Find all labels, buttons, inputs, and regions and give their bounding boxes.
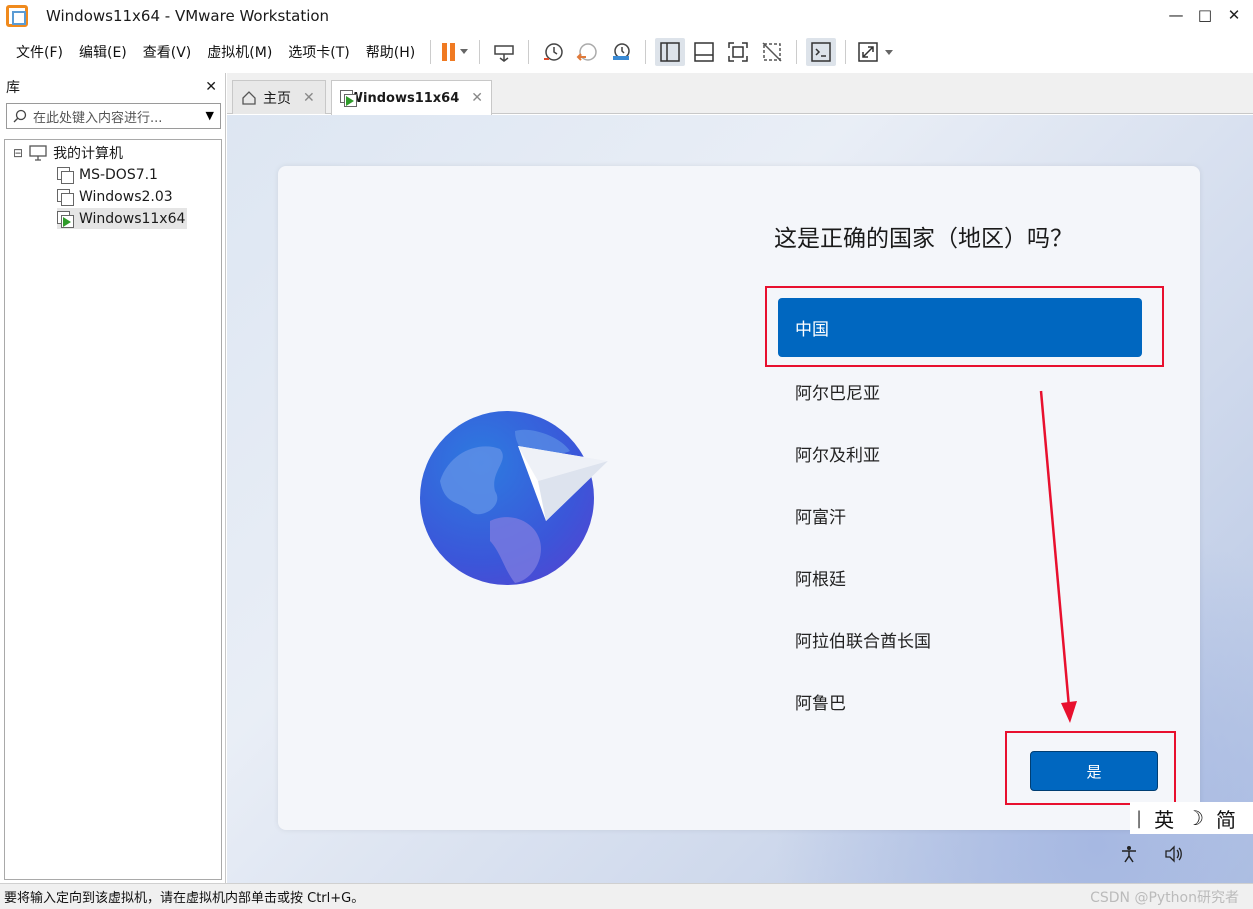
tree-item-windows203[interactable]: Windows2.03 [57,186,173,207]
toolbar-separator [796,40,798,64]
computer-icon [29,144,47,161]
toolbar-separator [430,40,432,64]
annotation-box-yes-button [1005,731,1176,805]
menu-help[interactable]: 帮助(H) [358,42,423,62]
tab-close-icon[interactable]: ✕ [471,90,483,106]
library-title: 库 [6,80,20,96]
paper-plane-icon [518,446,608,521]
library-search-placeholder: 在此处键入内容进行... [33,110,163,126]
console-view-button[interactable] [806,38,837,66]
snapshot-clock-icon [544,43,563,61]
tree-root-label: 我的计算机 [53,145,124,162]
menu-view[interactable]: 查看(V) [135,42,200,62]
tree-root-my-computer[interactable]: ⊟ 我的计算机 [13,142,123,163]
ime-charset[interactable]: 简 [1216,804,1236,833]
title-bar: Windows11x64 - VMware Workstation — □ ✕ [0,0,1253,32]
tree-item-windows11[interactable]: Windows11x64 [57,208,188,229]
close-button[interactable]: ✕ [1224,6,1244,24]
library-close-button[interactable]: ✕ [205,79,217,95]
vm-icon [57,166,74,184]
annotation-arrow [1039,390,1077,723]
menu-file[interactable]: 文件(F) [8,42,71,62]
tab-close-icon[interactable]: ✕ [303,90,315,106]
menu-bar: 文件(F) 编辑(E) 查看(V) 虚拟机(M) 选项卡(T) 帮助(H) [0,33,1253,71]
pause-button[interactable] [440,38,470,66]
status-text: 要将输入定向到该虚拟机，请在虚拟机内部单击或按 Ctrl+G。 [4,891,365,906]
fullscreen-icon [728,42,748,62]
thumbnail-bar-button[interactable] [689,38,719,66]
tab-windows11-label: Windows11x64 [348,90,460,106]
volume-icon[interactable] [1164,845,1184,863]
sidebar-layout-icon [660,42,680,62]
library-header: 库 ✕ [0,73,225,101]
toolbar-separator [479,40,481,64]
country-option[interactable]: 阿鲁巴 [778,670,1142,732]
vm-running-icon [57,210,74,228]
library-search-input[interactable]: 在此处键入内容进行... ▼ [6,103,221,129]
tree-item-label: MS-DOS7.1 [79,166,158,183]
revert-snapshot-button[interactable] [572,38,602,66]
vm-tree: ⊟ 我的计算机 MS-DOS7.1 Windows2.03 Windows11x… [4,139,222,880]
tab-bar: 主页 ✕ Windows11x64 ✕ [227,73,1253,115]
toolbar-separator [845,40,847,64]
country-option[interactable]: 阿富汗 [778,484,1142,546]
stretch-guest-button[interactable] [855,38,899,66]
console-icon [811,42,831,62]
oobe-system-icons [1120,845,1184,863]
home-icon [242,90,256,105]
library-panel: 库 ✕ 在此处键入内容进行... ▼ ⊟ 我的计算机 MS-DOS7.1 Win… [0,73,226,883]
vmware-logo-icon [6,5,28,27]
tab-home[interactable]: 主页 ✕ [232,80,326,114]
ime-mode[interactable]: 英 [1154,804,1174,833]
menu-vm[interactable]: 虚拟机(M) [199,42,280,62]
window-title: Windows11x64 - VMware Workstation [46,7,330,25]
tree-item-label: Windows11x64 [79,210,186,227]
moon-icon[interactable]: ☽ [1186,806,1204,830]
toolbar-separator [528,40,530,64]
country-option[interactable]: 阿尔及利亚 [778,422,1142,484]
collapse-icon[interactable]: ⊟ [13,146,23,160]
annotation-box-selected-country [765,286,1164,367]
unity-icon [762,42,782,62]
full-screen-button[interactable] [723,38,753,66]
country-option[interactable]: 阿根廷 [778,546,1142,608]
tab-home-label: 主页 [263,90,291,107]
maximize-button[interactable]: □ [1195,6,1215,24]
revert-clock-icon [576,43,597,61]
keyboard-send-icon [494,45,514,62]
ime-indicator[interactable]: | 英 ☽ 简 [1130,802,1253,834]
stretch-icon [858,42,894,62]
tree-item-label: Windows2.03 [79,188,173,205]
menu-tabs[interactable]: 选项卡(T) [280,42,357,62]
vm-running-icon [340,90,356,107]
pause-icon [442,43,469,61]
send-ctrl-alt-del-button[interactable] [489,38,519,66]
oobe-title: 这是正确的国家（地区）吗？ [774,226,1073,252]
bottom-panel-icon [694,42,714,62]
show-library-button[interactable] [655,38,686,66]
tab-windows11[interactable]: Windows11x64 ✕ [331,80,492,115]
unity-button[interactable] [757,38,787,66]
ime-divider: | [1136,807,1143,829]
vm-console[interactable]: 这是正确的国家（地区）吗？ 中国 阿尔巴尼亚 阿尔及利亚 阿富汗 阿根廷 阿拉伯… [227,115,1253,883]
toolbar-separator [645,40,647,64]
search-icon [13,109,27,123]
accessibility-icon[interactable] [1120,845,1138,863]
csdn-watermark: CSDN @Python研究者 [1090,890,1239,906]
country-option[interactable]: 阿拉伯联合酋长国 [778,608,1142,670]
tree-item-msdos[interactable]: MS-DOS7.1 [57,164,158,185]
minimize-button[interactable]: — [1166,6,1186,24]
snapshot-button[interactable] [538,38,568,66]
snapshot-manager-icon [613,43,630,60]
country-option[interactable]: 阿尔巴尼亚 [778,360,1142,422]
snapshot-manager-button[interactable] [606,38,636,66]
chevron-down-icon[interactable]: ▼ [206,109,214,122]
status-bar: 要将输入定向到该虚拟机，请在虚拟机内部单击或按 Ctrl+G。 CSDN @Py… [0,883,1253,909]
menu-edit[interactable]: 编辑(E) [71,42,135,62]
vm-icon [57,188,74,206]
